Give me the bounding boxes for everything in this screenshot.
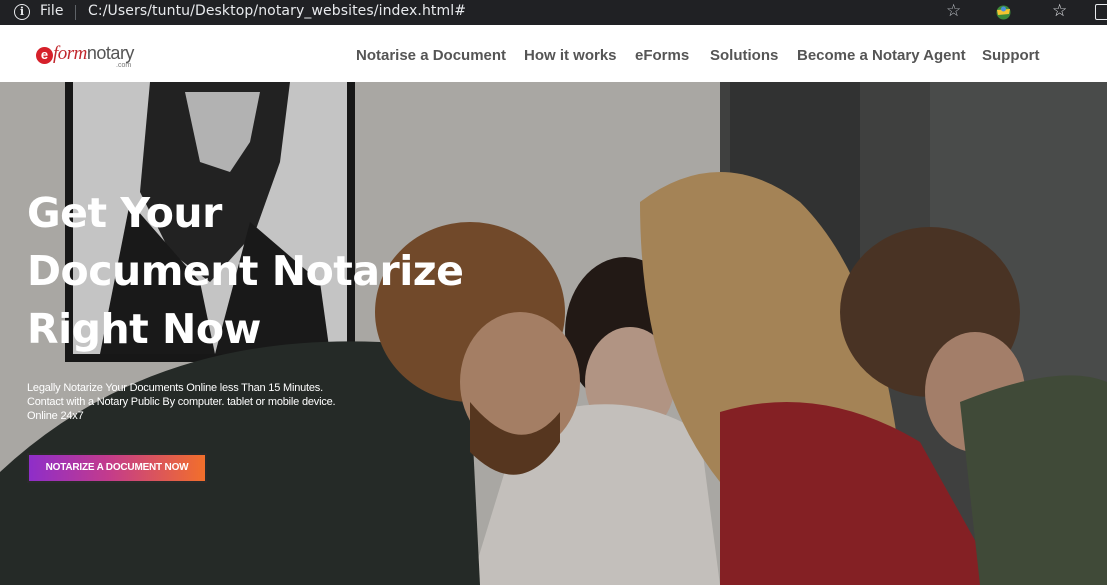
info-icon[interactable]: i [14, 4, 30, 20]
hero-title-line: Right Now [27, 305, 261, 353]
nav-item-become-notary-agent[interactable]: Become a Notary Agent [797, 47, 966, 64]
favorites-icon[interactable]: ☆ [1052, 1, 1067, 21]
hero-title-line: Get Your [27, 189, 222, 237]
hero-title-line: Document Notarize [27, 247, 464, 295]
hero-subtitle-line: Legally Notarize Your Documents Online l… [27, 382, 323, 394]
url-scheme-label: File [40, 3, 64, 19]
notarize-document-button[interactable]: NOTARIZE A DOCUMENT NOW [27, 453, 207, 483]
hero-subtitle-line: Contact with a Notary Public By computer… [27, 396, 336, 408]
extension-icon[interactable] [995, 4, 1012, 21]
address-divider [75, 5, 76, 20]
logo-domain: .com [116, 62, 132, 69]
hero-title: Get Your Document Notarize Right Now [27, 184, 467, 358]
hero-section: Get Your Document Notarize Right Now Leg… [0, 82, 1107, 585]
nav-item-solutions[interactable]: Solutions [710, 47, 778, 64]
browser-address-bar: i File C:/Users/tuntu/Desktop/notary_web… [0, 0, 1107, 25]
nav-item-notarise-document[interactable]: Notarise a Document [356, 47, 506, 64]
url-field[interactable]: C:/Users/tuntu/Desktop/notary_websites/i… [88, 3, 466, 19]
collections-icon[interactable] [1095, 4, 1107, 20]
site-navbar: e formnotary .com Notarise a Document Ho… [0, 30, 1107, 82]
logo-e-mark: e [36, 47, 53, 64]
nav-item-eforms[interactable]: eForms [635, 47, 689, 64]
nav-item-how-it-works[interactable]: How it works [524, 47, 617, 64]
star-icon[interactable]: ☆ [946, 1, 961, 21]
hero-subtitle: Legally Notarize Your Documents Online l… [27, 381, 387, 423]
hero-subtitle-line: Online 24x7 [27, 410, 84, 422]
nav-item-support[interactable]: Support [982, 47, 1040, 64]
